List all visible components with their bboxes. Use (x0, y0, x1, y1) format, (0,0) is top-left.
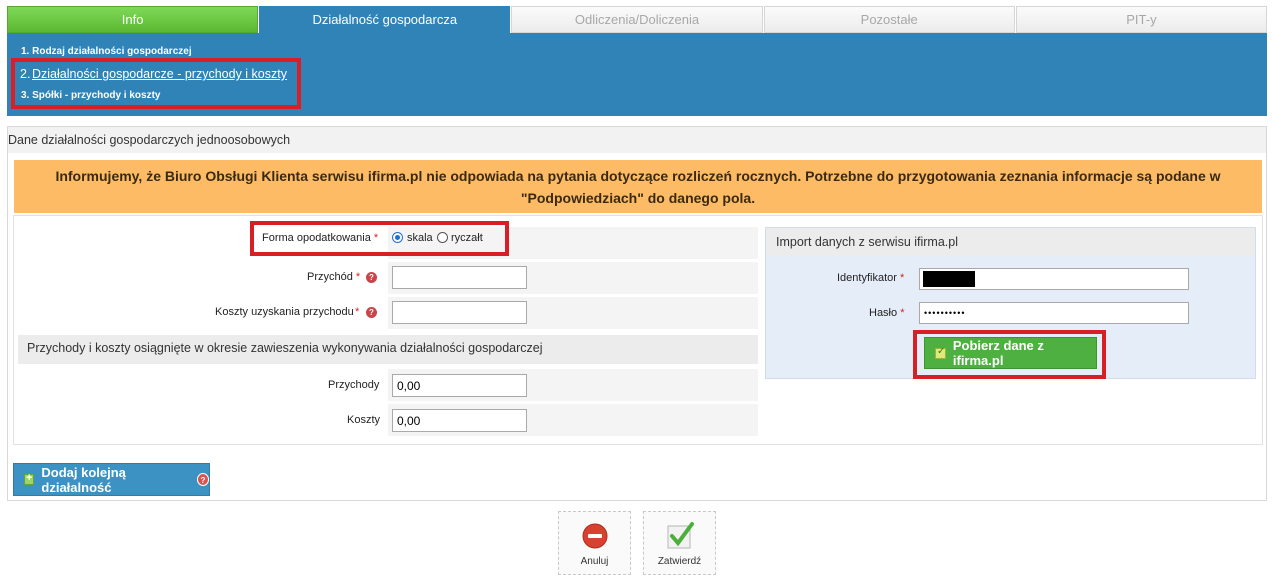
redacted-identifier (923, 271, 975, 287)
suspension-costs-input[interactable] (392, 409, 527, 432)
step-1-link[interactable]: 1. Rodzaj działalności gospodarczej (21, 46, 192, 57)
help-icon[interactable]: ? (196, 473, 210, 486)
cancel-button[interactable]: Anuluj (558, 511, 631, 575)
costs-row (18, 296, 758, 329)
panel-title: Dane działalności gospodarczych jednooso… (8, 133, 291, 147)
cancel-label: Anuluj (580, 556, 609, 567)
password-input[interactable] (919, 302, 1189, 324)
notice-banner: Informujemy, że Biuro Obsługi Klienta se… (14, 160, 1262, 213)
plus-icon (24, 472, 35, 485)
import-title: Import danych z serwisu ifirma.pl (766, 228, 1255, 256)
income-row (18, 261, 758, 294)
highlight-box-fetch-button (913, 330, 1106, 379)
password-label: Hasło * (869, 307, 905, 319)
help-icon[interactable]: ? (366, 307, 377, 318)
tab-dzialalnosc[interactable]: Działalność gospodarcza (259, 6, 511, 33)
tab-pozostale[interactable]: Pozostałe (763, 6, 1015, 33)
help-icon[interactable]: ? (366, 272, 377, 283)
costs-required-mark: * (355, 306, 360, 318)
confirm-label: Zatwierdź (657, 556, 702, 567)
add-activity-label: Dodaj kolejną działalność (41, 464, 126, 495)
identifier-input[interactable] (919, 268, 1189, 290)
tab-pity[interactable]: PIT-y (1015, 6, 1268, 33)
suspension-section-title: Przychody i koszty osiągnięte w okresie … (18, 335, 758, 364)
highlight-box-tax-form (250, 221, 509, 256)
income-label: Przychód * (307, 271, 361, 283)
checkmark-icon (667, 522, 694, 549)
confirm-button[interactable]: Zatwierdź (643, 511, 716, 575)
suspension-costs-row (18, 403, 758, 436)
add-activity-button[interactable]: Dodaj kolejną działalność ? (13, 463, 210, 496)
identifier-label: Identyfikator * (837, 272, 905, 284)
suspension-costs-label: Koszty (347, 414, 381, 426)
costs-label: Koszty uzyskania przychodu (215, 306, 354, 318)
tab-odliczenia[interactable]: Odliczenia/Doliczenia (511, 6, 763, 33)
cancel-icon (582, 523, 608, 549)
income-input[interactable] (392, 266, 527, 289)
suspension-income-row (18, 368, 758, 401)
tab-info[interactable]: Info (7, 6, 259, 33)
tab-bar: Info Działalność gospodarcza Odliczenia/… (7, 6, 1268, 33)
suspension-income-input[interactable] (392, 374, 527, 397)
suspension-income-label: Przychody (328, 379, 380, 391)
highlight-box-steps (11, 58, 301, 109)
costs-input[interactable] (392, 301, 527, 324)
